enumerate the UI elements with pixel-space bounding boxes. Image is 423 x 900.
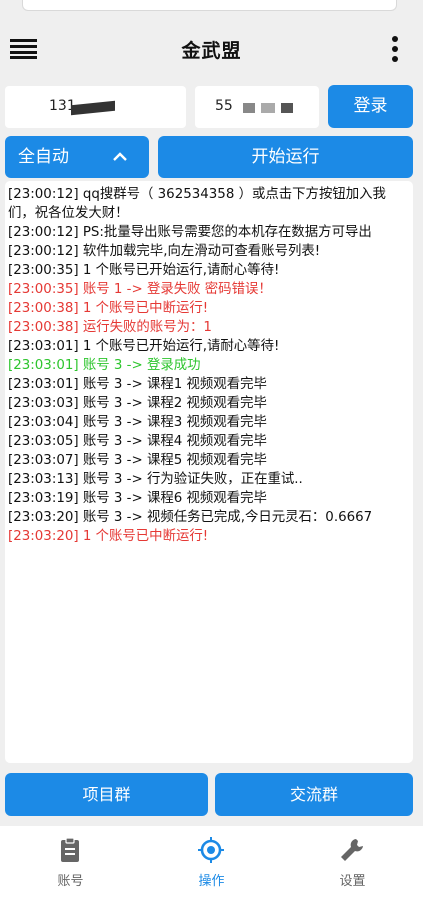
log-line: [23:03:01] 账号 3 -> 课程1 视频观看完毕 xyxy=(8,377,267,392)
wrench-icon xyxy=(341,839,363,861)
log-line: [23:00:38] 运行失败的账号为：1 xyxy=(8,320,212,335)
target-icon xyxy=(198,837,224,863)
tab-account[interactable]: 账号 xyxy=(0,826,141,900)
log-line: [23:00:12] qq搜群号（ 362534358 ）或点击下方按钮加入我们… xyxy=(8,187,386,221)
tab-label: 操作 xyxy=(198,874,225,889)
log-line: [23:00:35] 1 个账号已开始运行,请耐心等待! xyxy=(8,263,280,278)
password-field[interactable]: 55 xyxy=(195,86,319,128)
log-line: [23:00:35] 账号 1 -> 登录失败 密码错误！ xyxy=(8,282,272,297)
start-button[interactable]: 开始运行 xyxy=(158,136,413,178)
tab-operation[interactable]: 操作 xyxy=(141,826,282,900)
tab-label: 账号 xyxy=(57,874,84,889)
page-title: 金武盟 xyxy=(181,40,242,62)
log-line: [23:03:20] 1 个账号已中断运行! xyxy=(8,529,209,544)
bottom-nav: 账号 操作 设置 xyxy=(0,826,423,900)
log-line: [23:03:13] 账号 3 -> 行为验证失败，正在重试.. xyxy=(8,472,303,487)
log-line: [23:00:12] 软件加载完毕,向左滑动可查看账号列表! xyxy=(8,244,321,259)
chevron-up-icon xyxy=(113,152,127,161)
log-panel[interactable]: [23:00:12] qq搜群号（ 362534358 ）或点击下方按钮加入我们… xyxy=(5,181,413,763)
top-edge xyxy=(0,0,423,14)
log-line: [23:03:04] 账号 3 -> 课程3 视频观看完毕 xyxy=(8,415,267,430)
clipped-bar xyxy=(22,0,397,11)
password-mask-2 xyxy=(261,103,275,113)
project-group-button[interactable]: 项目群 xyxy=(5,773,208,816)
log-line: [23:00:12] PS:批量导出账号需要您的本机存在数据方可导出 xyxy=(8,225,372,240)
log-line: [23:03:03] 账号 3 -> 课程2 视频观看完毕 xyxy=(8,396,267,411)
tab-settings[interactable]: 设置 xyxy=(282,826,423,900)
log-line: [23:03:01] 账号 3 -> 登录成功 xyxy=(8,358,201,373)
login-button[interactable]: 登录 xyxy=(328,85,413,128)
password-mask-3 xyxy=(281,103,293,113)
password-value: 55 xyxy=(215,98,233,114)
password-mask xyxy=(243,103,255,113)
log-line: [23:03:07] 账号 3 -> 课程5 视频观看完毕 xyxy=(8,453,267,468)
mode-select[interactable]: 全自动 xyxy=(5,136,149,178)
log-line: [23:00:38] 1 个账号已中断运行! xyxy=(8,301,209,316)
log-line: [23:03:05] 账号 3 -> 课程4 视频观看完毕 xyxy=(8,434,267,449)
more-vert-icon[interactable] xyxy=(388,34,402,64)
log-line: [23:03:19] 账号 3 -> 课程6 视频观看完毕 xyxy=(8,491,267,506)
app-bar: 金武盟 xyxy=(0,20,423,76)
log-line: [23:03:20] 账号 3 -> 视频任务已完成,今日元灵石：0.6667 xyxy=(8,510,373,525)
log-line: [23:03:01] 1 个账号已开始运行,请耐心等待! xyxy=(8,339,280,354)
username-field[interactable]: 131 xyxy=(5,86,186,128)
tab-label: 设置 xyxy=(339,874,366,889)
mode-label: 全自动 xyxy=(18,147,69,167)
chat-group-button[interactable]: 交流群 xyxy=(215,773,413,816)
clipboard-icon xyxy=(61,837,79,862)
username-mask xyxy=(71,100,115,116)
